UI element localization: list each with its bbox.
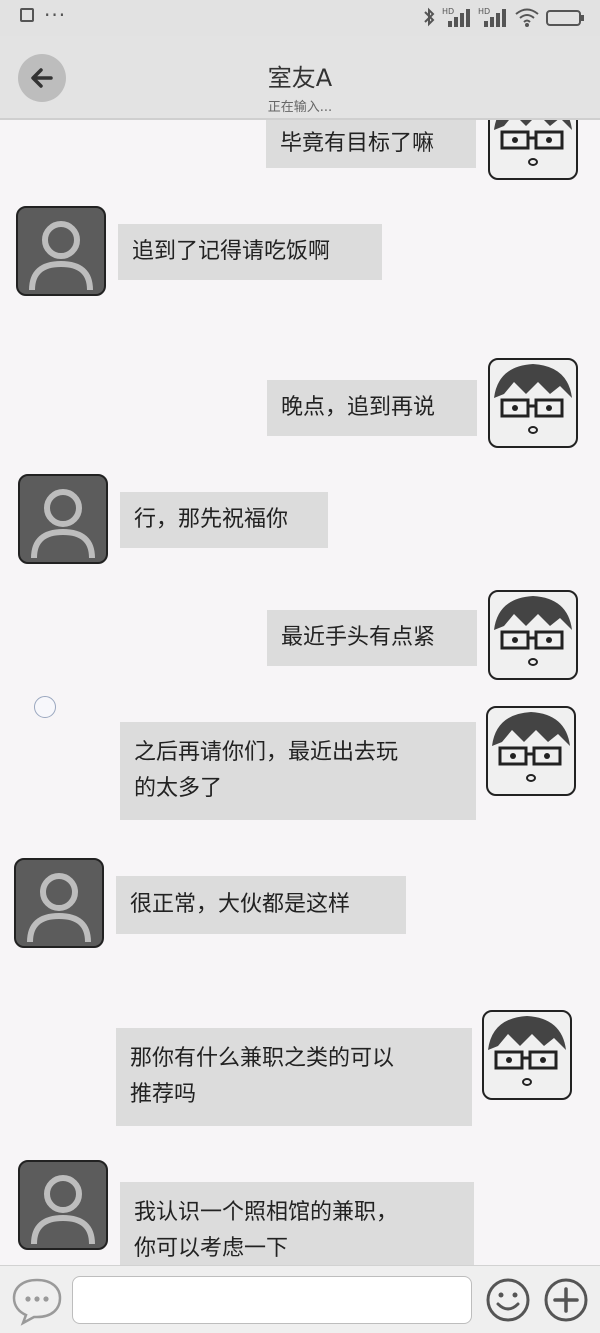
battery-icon: [546, 10, 584, 26]
self-avatar[interactable]: [486, 706, 576, 796]
input-bar: [0, 1265, 600, 1333]
user-silhouette-icon: [27, 873, 91, 943]
cartoon-face-icon: [494, 120, 572, 166]
contact-avatar[interactable]: [14, 858, 104, 948]
message-text: 行，那先祝福你: [134, 507, 289, 532]
selection-circle[interactable]: [34, 696, 56, 718]
self-avatar[interactable]: [488, 590, 578, 680]
message-bubble[interactable]: 之后再请你们，最近出去玩 的太多了: [120, 722, 476, 820]
user-silhouette-icon: [31, 489, 95, 559]
wifi-icon: [515, 8, 539, 27]
message-text: 毕竟有目标了嘛: [280, 131, 435, 156]
cartoon-face-icon: [492, 712, 570, 782]
message-bubble[interactable]: 那你有什么兼职之类的可以 推荐吗: [116, 1028, 472, 1126]
message-bubble[interactable]: 毕竟有目标了嘛: [266, 120, 476, 168]
contact-avatar[interactable]: [16, 206, 106, 296]
typing-status: 正在输入...: [267, 100, 333, 115]
message-text: 我认识一个照相馆的兼职， 你可以考虑一下: [134, 1200, 399, 1261]
self-avatar[interactable]: [488, 120, 578, 180]
svg-text:HD: HD: [442, 7, 454, 16]
message-list[interactable]: 毕竟有目标了嘛 追到了记得请吃饭啊 晚点，追到再说 行，那先祝福你 最近手头有点…: [0, 120, 600, 1265]
svg-text:HD: HD: [478, 7, 490, 16]
cartoon-face-icon: [494, 364, 572, 434]
user-silhouette-icon: [31, 1175, 95, 1245]
message-text: 之后再请你们，最近出去玩 的太多了: [134, 740, 399, 801]
status-right: HD HD: [422, 6, 586, 28]
signal-hd-icon: HD: [478, 7, 506, 27]
message-text: 晚点，追到再说: [281, 395, 436, 420]
bluetooth-icon: [424, 7, 435, 27]
user-silhouette-icon: [29, 221, 93, 291]
message-text: 追到了记得请吃饭啊: [132, 239, 331, 264]
self-avatar[interactable]: [488, 358, 578, 448]
status-left: ···: [20, 3, 67, 27]
message-input[interactable]: [72, 1276, 472, 1324]
cartoon-face-icon: [494, 596, 572, 666]
contact-avatar[interactable]: [18, 1160, 108, 1250]
signal-hd-icon: HD: [442, 7, 470, 27]
voice-bubble-icon[interactable]: [8, 1274, 66, 1326]
more-dots-icon: ···: [44, 3, 67, 27]
message-bubble[interactable]: 最近手头有点紧: [267, 610, 477, 666]
cartoon-face-icon: [488, 1016, 566, 1086]
self-avatar[interactable]: [482, 1010, 572, 1100]
message-bubble[interactable]: 晚点，追到再说: [267, 380, 477, 436]
message-bubble[interactable]: 很正常，大伙都是这样: [116, 876, 406, 934]
message-bubble[interactable]: 追到了记得请吃饭啊: [118, 224, 382, 280]
chat-title: 室友A: [267, 64, 333, 92]
message-text: 最近手头有点紧: [281, 625, 436, 650]
message-text: 很正常，大伙都是这样: [130, 892, 351, 917]
contact-avatar[interactable]: [18, 474, 108, 564]
message-bubble[interactable]: 行，那先祝福你: [120, 492, 328, 548]
status-bar: ··· HD HD: [0, 0, 600, 36]
emoji-icon[interactable]: [484, 1276, 532, 1324]
message-text: 那你有什么兼职之类的可以 推荐吗: [130, 1046, 395, 1107]
chat-header: 室友A 正在输入...: [0, 36, 600, 120]
square-icon: [20, 8, 34, 22]
plus-icon[interactable]: [542, 1276, 590, 1324]
message-bubble[interactable]: 我认识一个照相馆的兼职， 你可以考虑一下: [120, 1182, 474, 1265]
